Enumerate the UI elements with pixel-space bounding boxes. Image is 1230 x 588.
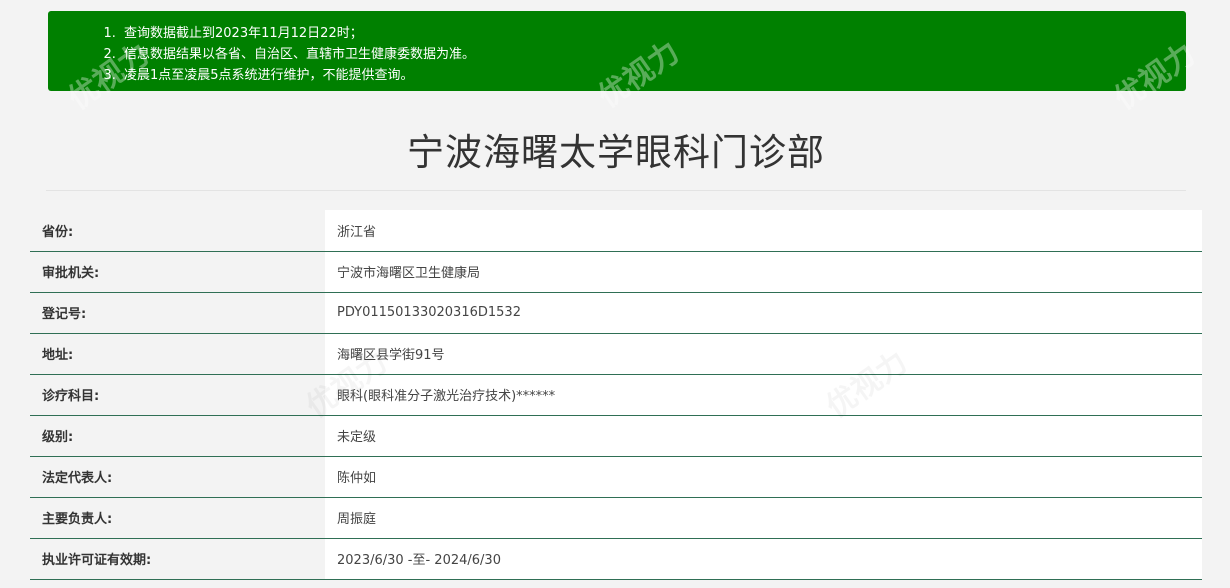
- table-row: 法定代表人: 陈仲如: [30, 456, 1202, 497]
- row-value-province: 浙江省: [325, 210, 1202, 251]
- row-label-registration-number: 登记号:: [30, 292, 325, 333]
- row-label-license-validity: 执业许可证有效期:: [30, 538, 325, 579]
- page-title: 宁波海曙太学眼科门诊部: [407, 131, 825, 174]
- row-value-license-validity: 2023/6/30 -至- 2024/6/30: [325, 538, 1202, 579]
- row-value-principal: 周振庭: [325, 497, 1202, 538]
- info-table: 省份: 浙江省 审批机关: 宁波市海曙区卫生健康局 登记号: PDY011501…: [30, 210, 1202, 580]
- notice-item-1: 查询数据截止到2023年11月12日22时；: [120, 23, 1186, 44]
- row-value-registration-number: PDY01150133020316D1532: [325, 292, 1202, 333]
- row-label-principal: 主要负责人:: [30, 497, 325, 538]
- row-value-departments: 眼科(眼科准分子激光治疗技术)******: [325, 374, 1202, 415]
- row-label-approval-authority: 审批机关:: [30, 251, 325, 292]
- title-section: 宁波海曙太学眼科门诊部: [46, 118, 1186, 191]
- notice-item-3: 凌晨1点至凌晨5点系统进行维护，不能提供查询。: [120, 65, 1186, 86]
- table-row: 登记号: PDY01150133020316D1532: [30, 292, 1202, 333]
- table-row: 级别: 未定级: [30, 415, 1202, 456]
- notice-banner: 查询数据截止到2023年11月12日22时； 信息数据结果以各省、自治区、直辖市…: [48, 11, 1186, 91]
- row-value-approval-authority: 宁波市海曙区卫生健康局: [325, 251, 1202, 292]
- row-label-address: 地址:: [30, 333, 325, 374]
- table-row: 地址: 海曙区县学街91号: [30, 333, 1202, 374]
- row-value-address: 海曙区县学街91号: [325, 333, 1202, 374]
- row-label-departments: 诊疗科目:: [30, 374, 325, 415]
- row-value-level: 未定级: [325, 415, 1202, 456]
- row-label-level: 级别:: [30, 415, 325, 456]
- row-label-legal-representative: 法定代表人:: [30, 456, 325, 497]
- table-row: 执业许可证有效期: 2023/6/30 -至- 2024/6/30: [30, 538, 1202, 579]
- notice-list: 查询数据截止到2023年11月12日22时； 信息数据结果以各省、自治区、直辖市…: [48, 23, 1186, 86]
- row-label-province: 省份:: [30, 210, 325, 251]
- table-row: 诊疗科目: 眼科(眼科准分子激光治疗技术)******: [30, 374, 1202, 415]
- table-row: 省份: 浙江省: [30, 210, 1202, 251]
- row-value-legal-representative: 陈仲如: [325, 456, 1202, 497]
- table-row: 主要负责人: 周振庭: [30, 497, 1202, 538]
- table-row: 审批机关: 宁波市海曙区卫生健康局: [30, 251, 1202, 292]
- notice-item-2: 信息数据结果以各省、自治区、直辖市卫生健康委数据为准。: [120, 44, 1186, 65]
